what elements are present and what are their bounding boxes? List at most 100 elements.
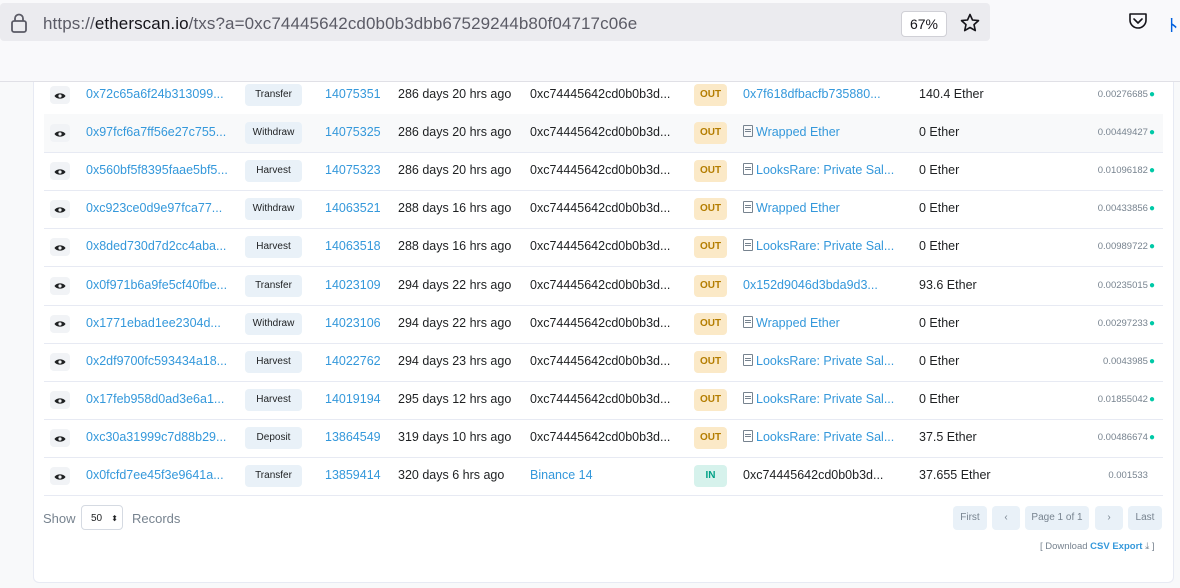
- gas-bulb-icon[interactable]: ●: [1149, 127, 1155, 138]
- block-link[interactable]: 14022762: [325, 343, 381, 380]
- txn-hash-link[interactable]: 0x1771ebad1ee2304d...: [86, 305, 230, 342]
- txn-hash-link[interactable]: 0x0f971b6a9fe5cf40fbe...: [86, 267, 230, 304]
- to-address[interactable]: Wrapped Ether: [743, 114, 895, 151]
- last-page-button[interactable]: Last: [1128, 506, 1162, 530]
- txn-fee-value: 0.00486674: [1097, 431, 1148, 443]
- eye-icon[interactable]: [50, 238, 70, 257]
- block-link[interactable]: 13859414: [325, 457, 381, 494]
- txn-fee-value: 0.01855042: [1097, 393, 1148, 405]
- txn-hash-link[interactable]: 0xc30a31999c7d88b29...: [86, 419, 230, 456]
- eye-icon[interactable]: [50, 200, 70, 219]
- eye-icon[interactable]: [50, 428, 70, 447]
- to-address: 0xc74445642cd0b0b3d...: [743, 457, 895, 494]
- next-page-button[interactable]: ›: [1095, 506, 1123, 530]
- to-address-text: LooksRare: Private Sal...: [756, 239, 895, 254]
- table-row: 0x0f971b6a9fe5cf40fbe... Transfer 14023109…: [44, 267, 1163, 306]
- direction-badge: OUT: [694, 122, 727, 145]
- block-link[interactable]: 14023106: [325, 305, 381, 342]
- gas-bulb-icon[interactable]: ●: [1149, 432, 1155, 443]
- method-badge: Withdraw: [245, 122, 302, 145]
- block-link[interactable]: 14063521: [325, 190, 381, 227]
- zoom-level-button[interactable]: 67%: [901, 11, 947, 37]
- eye-icon[interactable]: [50, 86, 70, 104]
- eye-icon[interactable]: [50, 314, 70, 333]
- block-link[interactable]: 14019194: [325, 381, 381, 418]
- gas-bulb-icon[interactable]: ●: [1149, 203, 1155, 214]
- age-text: 286 days 20 hrs ago: [398, 163, 512, 178]
- to-address[interactable]: LooksRare: Private Sal...: [743, 228, 895, 265]
- gas-bulb-icon[interactable]: ●: [1149, 165, 1155, 176]
- block-link[interactable]: 14023109: [325, 267, 381, 304]
- block-link[interactable]: 14075323: [325, 152, 381, 189]
- gas-bulb-icon[interactable]: ●: [1149, 394, 1155, 405]
- age-text: 286 days 20 hrs ago: [398, 125, 512, 140]
- value-text: 0 Ether: [919, 163, 960, 178]
- gas-bulb-icon[interactable]: ●: [1149, 89, 1155, 100]
- txn-fee-value: 0.0043985: [1103, 355, 1148, 367]
- method-badge: Withdraw: [245, 312, 302, 335]
- download-prefix: [ Download: [1040, 541, 1088, 552]
- to-address[interactable]: LooksRare: Private Sal...: [743, 381, 895, 418]
- extension-icon[interactable]: ﾄ: [1168, 10, 1180, 32]
- to-address[interactable]: LooksRare: Private Sal...: [743, 152, 895, 189]
- value-text: 0 Ether: [919, 391, 960, 406]
- direction-badge: OUT: [694, 388, 727, 411]
- gas-bulb-icon[interactable]: ●: [1149, 280, 1155, 291]
- block-link[interactable]: 14075351: [325, 76, 381, 113]
- gas-bulb-icon[interactable]: ●: [1149, 356, 1155, 367]
- download-csv: [ Download CSV Export ⤓ ]: [1040, 541, 1155, 552]
- pocket-icon[interactable]: [1128, 12, 1148, 30]
- value-text: 140.4 Ether: [919, 87, 984, 101]
- table-row: 0x17feb958d0ad3e6a1... Harvest 14019194 295…: [44, 381, 1163, 420]
- txn-fee-value: 0.01096182: [1097, 165, 1148, 177]
- csv-export-link[interactable]: CSV Export: [1090, 541, 1142, 552]
- to-address-text: Wrapped Ether: [756, 201, 840, 216]
- from-address: 0xc74445642cd0b0b3d...: [530, 163, 671, 178]
- eye-icon[interactable]: [50, 124, 70, 143]
- block-link[interactable]: 14063518: [325, 228, 381, 265]
- method-badge: Harvest: [245, 160, 302, 183]
- to-address[interactable]: LooksRare: Private Sal...: [743, 419, 895, 456]
- from-address: 0xc74445642cd0b0b3d...: [530, 277, 671, 292]
- value-text: 0 Ether: [919, 239, 960, 254]
- to-address[interactable]: 0x7f618dfbacfb735880...: [743, 76, 895, 113]
- block-link[interactable]: 14075325: [325, 114, 381, 151]
- eye-icon[interactable]: [50, 352, 70, 371]
- eye-icon[interactable]: [50, 390, 70, 409]
- to-address[interactable]: Wrapped Ether: [743, 190, 895, 227]
- gas-bulb-icon[interactable]: ●: [1149, 241, 1155, 252]
- contract-icon: [743, 201, 753, 214]
- page-size-select[interactable]: 50 ⬍: [81, 505, 123, 530]
- eye-icon[interactable]: [50, 276, 70, 295]
- to-address[interactable]: 0x152d9046d3bda9d3...: [743, 267, 895, 304]
- transactions-card: 0x72c65a6f24b313099... Transfer 14075351 28…: [33, 82, 1174, 583]
- txn-hash-link[interactable]: 0x8ded730d7d2cc4aba...: [86, 228, 230, 265]
- txn-hash-link[interactable]: 0xc923ce0d9e97fca77...: [86, 190, 230, 227]
- block-link[interactable]: 13864549: [325, 419, 381, 456]
- txn-hash-link[interactable]: 0x0fcfd7ee45f3e9641a...: [86, 457, 230, 494]
- prev-page-button[interactable]: ‹: [992, 506, 1020, 530]
- eye-icon[interactable]: [50, 467, 70, 485]
- age-text: 294 days 22 hrs ago: [398, 277, 512, 292]
- txn-fee: 0.00297233●: [1093, 305, 1155, 342]
- txn-fee: 0.00235015●: [1093, 267, 1155, 304]
- address-bar[interactable]: https://etherscan.io/txs?a=0xc74445642cd…: [0, 3, 990, 41]
- txn-hash-link[interactable]: 0x17feb958d0ad3e6a1...: [86, 381, 230, 418]
- value-text: 0 Ether: [919, 315, 960, 330]
- from-address[interactable]: Binance 14: [530, 457, 674, 494]
- to-address[interactable]: LooksRare: Private Sal...: [743, 343, 895, 380]
- lock-icon[interactable]: [10, 13, 28, 33]
- bookmark-star-icon[interactable]: [960, 13, 980, 33]
- txn-hash-link[interactable]: 0x560bf5f8395faae5bf5...: [86, 152, 230, 189]
- direction-badge: OUT: [694, 426, 727, 449]
- txn-fee-value: 0.001533: [1108, 470, 1148, 481]
- first-page-button[interactable]: First: [953, 506, 987, 530]
- gas-bulb-icon[interactable]: ●: [1149, 318, 1155, 329]
- txn-hash-link[interactable]: 0x72c65a6f24b313099...: [86, 76, 230, 113]
- txn-hash-link[interactable]: 0x97fcf6a7ff56e27c755...: [86, 114, 230, 151]
- eye-icon[interactable]: [50, 162, 70, 181]
- to-address[interactable]: Wrapped Ether: [743, 305, 895, 342]
- txn-fee: 0.01855042●: [1093, 381, 1155, 418]
- url-text[interactable]: https://etherscan.io/txs?a=0xc74445642cd…: [43, 14, 637, 34]
- txn-hash-link[interactable]: 0x2df9700fc593434a18...: [86, 343, 230, 380]
